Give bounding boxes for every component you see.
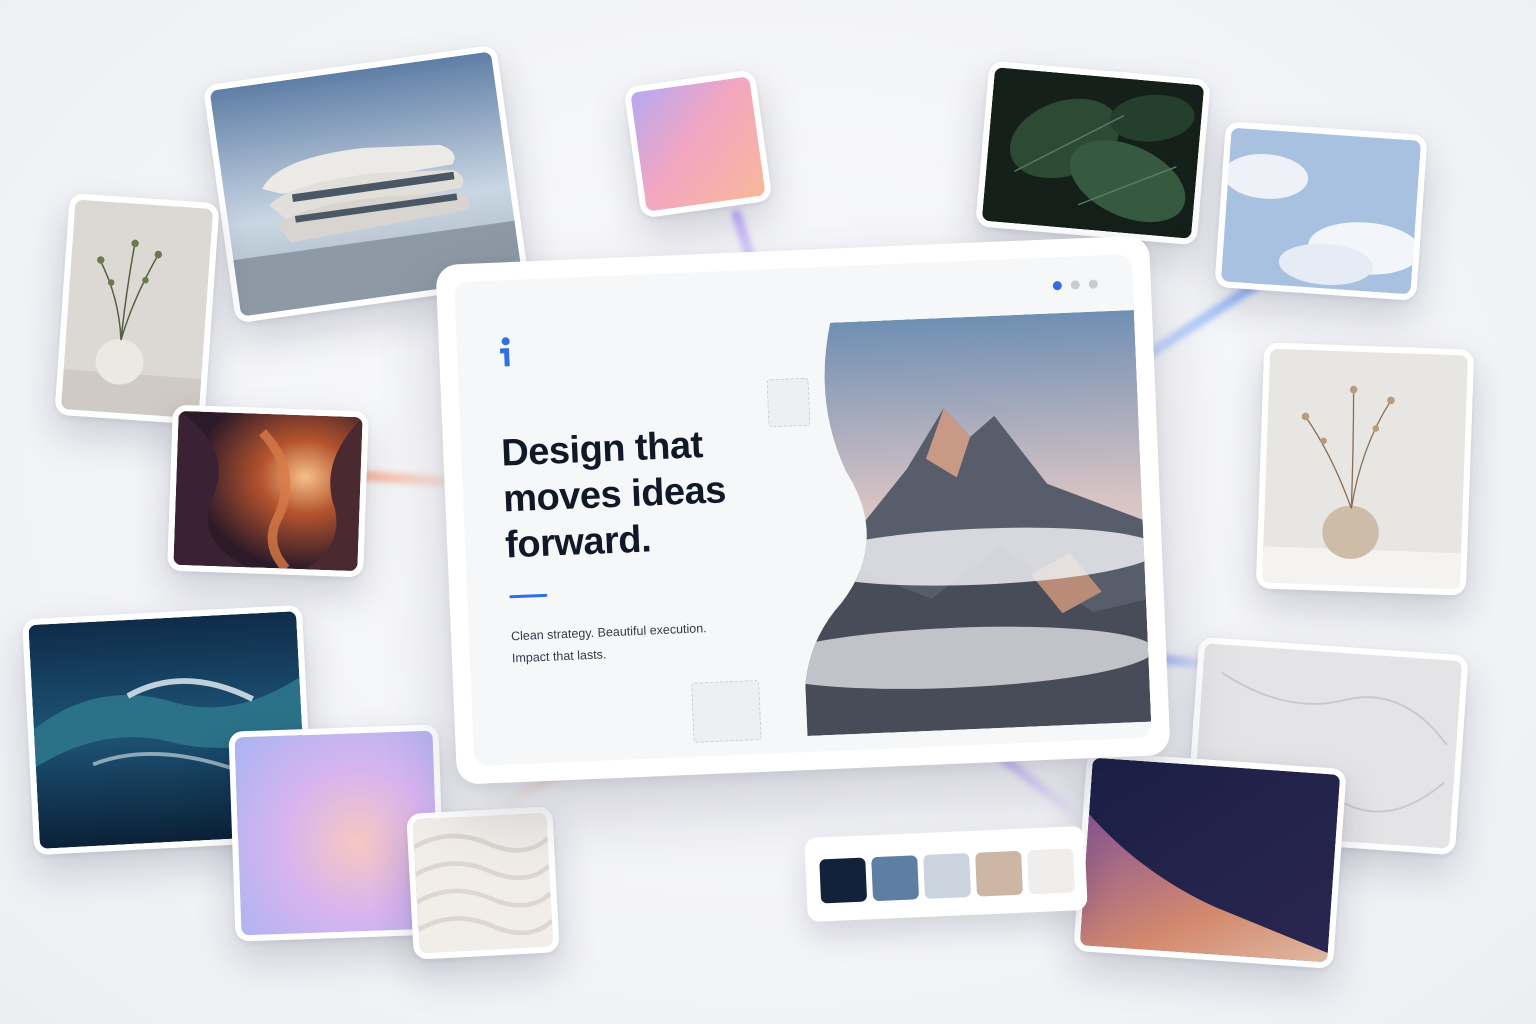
vase-plant-image <box>54 193 220 425</box>
dried-flowers-vase-image <box>1255 342 1475 596</box>
hero-subtitle: Clean strategy. Beautiful execution. Imp… <box>510 621 707 666</box>
sky-clouds-graphic <box>1220 127 1422 295</box>
palette-swatch[interactable] <box>819 857 868 904</box>
placeholder-frame <box>691 679 762 743</box>
canyon-image <box>167 404 369 578</box>
palette-swatch[interactable] <box>975 850 1023 897</box>
window-content: Design that moves ideas forward. Clean s… <box>454 254 1152 766</box>
canyon-graphic <box>173 410 363 572</box>
sand-texture-graphic <box>412 812 554 954</box>
abstract-wave-image <box>1073 751 1347 969</box>
leaves-image <box>975 60 1211 246</box>
main-window: Design that moves ideas forward. Clean s… <box>435 235 1171 785</box>
abstract-wave-graphic <box>1079 757 1341 963</box>
leaves-graphic <box>981 67 1205 239</box>
hero-headline: Design that moves ideas forward. <box>500 424 727 567</box>
color-palette <box>804 825 1088 923</box>
mountain-hero-image <box>790 309 1152 737</box>
pagination-dot-active[interactable] <box>1052 280 1063 291</box>
brand-logo-icon <box>499 337 510 367</box>
sky-clouds-image <box>1214 121 1428 301</box>
dried-flowers-graphic <box>1261 348 1469 590</box>
palette-swatch[interactable] <box>1027 848 1075 895</box>
peach-gradient-image <box>623 69 773 219</box>
palette-swatch[interactable] <box>871 855 920 902</box>
vase-plant-graphic <box>60 199 214 419</box>
palette-swatch[interactable] <box>923 852 972 899</box>
accent-line <box>509 593 548 599</box>
pagination-dot[interactable] <box>1088 279 1098 289</box>
sand-texture-image <box>406 806 560 960</box>
pagination-dot[interactable] <box>1070 280 1080 290</box>
